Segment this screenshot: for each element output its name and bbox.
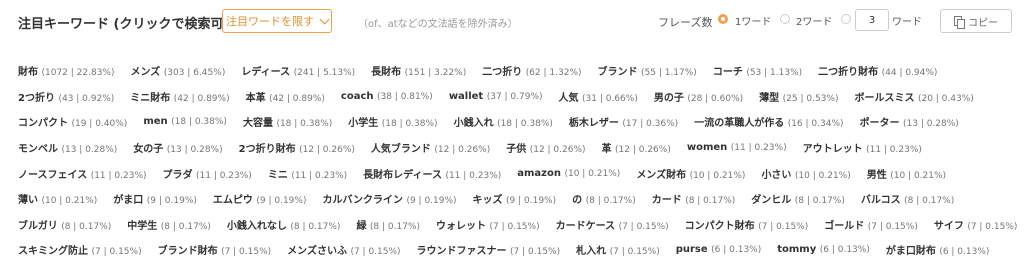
keyword-item[interactable]: purse (6 | 0.13%) <box>676 244 762 255</box>
keyword-item[interactable]: バルコス (8 | 0.17%) <box>861 191 954 206</box>
keyword-toolbar: 注目キーワード (クリックで検索可能) 注目ワードを限す （of、atなどの文法… <box>0 0 1024 48</box>
keyword-item[interactable]: ノースフェイス (11 | 0.23%) <box>18 166 147 181</box>
keyword-item[interactable]: ブランド (55 | 1.17%) <box>598 63 697 78</box>
chevron-down-icon <box>319 14 330 24</box>
keyword-row: モンベル (13 | 0.28%) 女の子 (13 | 0.28%) 2つ折り財… <box>18 135 1018 161</box>
keyword-item[interactable]: アウトレット (11 | 0.23%) <box>803 140 922 155</box>
keyword-item[interactable]: 小学生 (18 | 0.38%) <box>348 114 437 129</box>
keyword-item[interactable]: コーチ (53 | 1.13%) <box>713 63 802 78</box>
keyword-item[interactable]: 札入れ (7 | 0.15%) <box>576 242 660 257</box>
keyword-item[interactable]: コンパクト財布 (7 | 0.15%) <box>685 217 809 232</box>
keyword-item[interactable]: 中学生 (8 | 0.17%) <box>127 217 211 232</box>
keyword-row: 財布 (1072 | 22.83%) メンズ (303 | 6.45%) レディ… <box>18 58 1018 84</box>
keyword-item[interactable]: ボールスミス (20 | 0.43%) <box>854 89 973 104</box>
copy-button-label: コピー <box>968 17 998 29</box>
keyword-item[interactable]: メンズさいふ (7 | 0.15%) <box>287 242 400 257</box>
radio-one-word-label[interactable]: 1ワード <box>735 13 771 28</box>
keyword-item[interactable]: 緑 (8 | 0.17%) <box>356 217 420 232</box>
keyword-item[interactable]: 革 (12 | 0.26%) <box>602 140 671 155</box>
keyword-item[interactable]: ウォレット (7 | 0.15%) <box>436 217 540 232</box>
keyword-item[interactable]: 二つ折り財布 (44 | 0.94%) <box>818 63 937 78</box>
keyword-row: スキミング防止 (7 | 0.15%) ブランド財布 (7 | 0.15%) メ… <box>18 237 1018 263</box>
keyword-item[interactable]: women (11 | 0.23%) <box>687 142 787 153</box>
radio-one-word[interactable] <box>718 14 728 24</box>
keyword-item[interactable]: 大容量 (18 | 0.38%) <box>243 114 332 129</box>
keyword-item[interactable]: キッズ (9 | 0.19%) <box>473 191 557 206</box>
keyword-item[interactable]: 人気 (31 | 0.66%) <box>559 89 638 104</box>
keyword-item[interactable]: サイフ (7 | 0.15%) <box>934 217 1018 232</box>
keyword-row: 薄い (10 | 0.21%) がま口 (9 | 0.19%) エムピウ (9 … <box>18 186 1018 212</box>
keyword-item[interactable]: ブランド財布 (7 | 0.15%) <box>158 242 272 257</box>
keyword-list: 財布 (1072 | 22.83%) メンズ (303 | 6.45%) レディ… <box>18 58 1018 263</box>
keyword-item[interactable]: コンパクト (19 | 0.40%) <box>18 114 127 129</box>
keyword-item[interactable]: プラダ (11 | 0.23%) <box>163 166 252 181</box>
keyword-item[interactable]: men (18 | 0.38%) <box>143 116 227 127</box>
keyword-item[interactable]: 子供 (12 | 0.26%) <box>506 140 585 155</box>
keyword-item[interactable]: カードケース (7 | 0.15%) <box>556 217 669 232</box>
keyword-item[interactable]: 男の子 (28 | 0.60%) <box>654 89 743 104</box>
radio-custom-word[interactable] <box>841 14 851 24</box>
keyword-item[interactable]: 長財布レディース (11 | 0.23%) <box>363 166 501 181</box>
keyword-item[interactable]: 男性 (10 | 0.21%) <box>867 166 946 181</box>
keyword-item[interactable]: ポーター (13 | 0.28%) <box>860 114 959 129</box>
keyword-item[interactable]: amazon (10 | 0.21%) <box>517 168 620 179</box>
keyword-item[interactable]: wallet (37 | 0.79%) <box>449 91 543 102</box>
filter-button-label: 注目ワードを限す <box>226 15 314 28</box>
word-count-input[interactable] <box>855 9 889 31</box>
keyword-item[interactable]: 二つ折り (62 | 1.32%) <box>482 63 581 78</box>
filter-keywords-button[interactable]: 注目ワードを限す <box>222 9 332 33</box>
keyword-item[interactable]: 2つ折り (43 | 0.92%) <box>18 89 114 104</box>
keyword-row: ノースフェイス (11 | 0.23%) プラダ (11 | 0.23%) ミニ… <box>18 160 1018 186</box>
keyword-item[interactable]: カード (8 | 0.17%) <box>652 191 736 206</box>
keyword-item[interactable]: ブルガリ (8 | 0.17%) <box>18 217 111 232</box>
keyword-item[interactable]: スキミング防止 (7 | 0.15%) <box>18 242 142 257</box>
keyword-item[interactable]: メンズ (303 | 6.45%) <box>130 63 225 78</box>
keyword-item[interactable]: tommy (6 | 0.13%) <box>777 244 870 255</box>
keyword-item[interactable]: 長財布 (151 | 3.22%) <box>371 63 466 78</box>
keyword-item[interactable]: 栃木レザー (17 | 0.36%) <box>569 114 678 129</box>
keyword-row: コンパクト (19 | 0.40%) men (18 | 0.38%) 大容量 … <box>18 109 1018 135</box>
keyword-row: 2つ折り (43 | 0.92%) ミニ財布 (42 | 0.89%) 本革 (… <box>18 84 1018 110</box>
keyword-item[interactable]: の (8 | 0.17%) <box>572 191 636 206</box>
section-title: 注目キーワード (クリックで検索可能) <box>18 17 243 32</box>
keyword-item[interactable]: coach (38 | 0.81%) <box>341 91 433 102</box>
keyword-item[interactable]: 一流の革職人が作る (16 | 0.34%) <box>694 114 843 129</box>
radio-two-word[interactable] <box>780 14 790 24</box>
keyword-item[interactable]: 小銭入れなし (8 | 0.17%) <box>227 217 341 232</box>
keyword-item[interactable]: ミニ (11 | 0.23%) <box>268 166 347 181</box>
keyword-item[interactable]: カルバンクライン (9 | 0.19%) <box>322 191 456 206</box>
keyword-item[interactable]: 小さい (10 | 0.21%) <box>761 166 850 181</box>
keyword-item[interactable]: ラウンドファスナー (7 | 0.15%) <box>417 242 561 257</box>
keyword-item[interactable]: ダンヒル (8 | 0.17%) <box>751 191 845 206</box>
radio-two-word-label[interactable]: 2ワード <box>796 13 832 28</box>
keyword-item[interactable]: ミニ財布 (42 | 0.89%) <box>130 89 229 104</box>
keyword-item[interactable]: エムピウ (9 | 0.19%) <box>213 191 307 206</box>
copy-icon <box>954 15 965 29</box>
copy-button[interactable]: コピー <box>940 9 1012 33</box>
phrase-count-label: フレーズ数 <box>658 16 713 29</box>
keyword-item[interactable]: 薄型 (25 | 0.53%) <box>759 89 838 104</box>
keyword-item[interactable]: メンズ財布 (10 | 0.21%) <box>636 166 745 181</box>
keyword-item[interactable]: がま口財布 (6 | 0.13%) <box>886 242 990 257</box>
keyword-item[interactable]: 2つ折り財布 (12 | 0.26%) <box>239 140 355 155</box>
keyword-row: ブルガリ (8 | 0.17%) 中学生 (8 | 0.17%) 小銭入れなし … <box>18 212 1018 238</box>
keyword-item[interactable]: がま口 (9 | 0.19%) <box>113 191 197 206</box>
keyword-item[interactable]: 薄い (10 | 0.21%) <box>18 191 97 206</box>
keyword-item[interactable]: 小銭入れ (18 | 0.38%) <box>454 114 553 129</box>
keyword-item[interactable]: 人気ブランド (12 | 0.26%) <box>371 140 490 155</box>
keyword-item[interactable]: レディース (241 | 5.13%) <box>241 63 355 78</box>
keyword-item[interactable]: 本革 (42 | 0.89%) <box>246 89 325 104</box>
radio-custom-word-label: ワード <box>892 17 922 28</box>
keyword-item[interactable]: 財布 (1072 | 22.83%) <box>18 63 114 78</box>
keyword-item[interactable]: モンベル (13 | 0.28%) <box>18 140 117 155</box>
exclusion-note: （of、atなどの文法語を除外済み） <box>358 19 518 30</box>
keyword-item[interactable]: ゴールド (7 | 0.15%) <box>824 217 918 232</box>
keyword-item[interactable]: 女の子 (13 | 0.28%) <box>133 140 222 155</box>
